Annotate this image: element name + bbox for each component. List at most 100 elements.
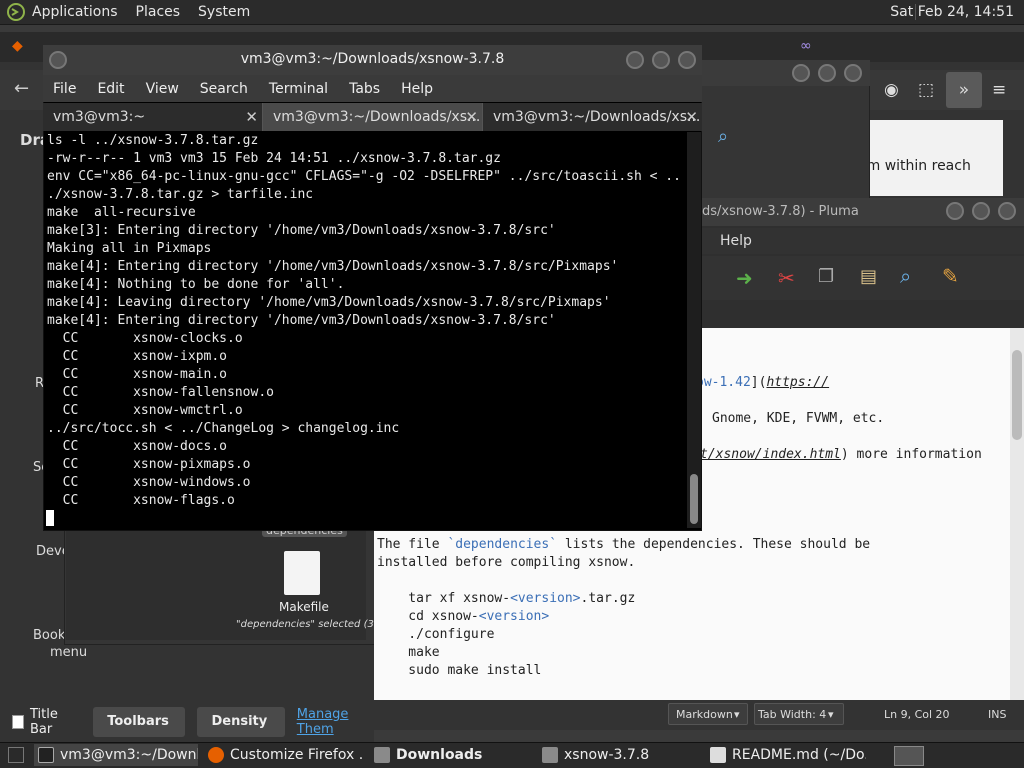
fm-minimize-button[interactable] — [792, 64, 810, 82]
terminal-maximize-button[interactable] — [652, 51, 670, 69]
pluma-scrollbar-thumb[interactable] — [1012, 350, 1022, 440]
editor-line-part: lists the dependencies. These should be — [557, 537, 871, 552]
places-menu[interactable]: Places — [136, 4, 181, 20]
terminal-menu-terminal[interactable]: Terminal — [269, 81, 328, 97]
terminal-line: CC xsnow-docs.o — [47, 439, 228, 454]
copy-icon[interactable]: ❐ — [818, 266, 834, 287]
terminal-close-button[interactable] — [678, 51, 696, 69]
firefox-account-icon[interactable]: ◉ — [884, 80, 899, 100]
insert-mode: INS — [988, 708, 1007, 721]
terminal-line: CC xsnow-main.o — [47, 367, 228, 382]
editor-line: tar xf xsnow-<version>.tar.gz — [377, 590, 635, 608]
terminal-line: CC xsnow-fallensnow.o — [47, 385, 274, 400]
terminal-tab-active[interactable]: vm3@vm3:~/Downloads/xs... ✕ — [263, 103, 483, 131]
applications-menu[interactable]: Applications — [32, 4, 118, 20]
taskbar-pluma[interactable]: README.md (~/Do... — [706, 744, 866, 766]
terminal-menubar: File Edit View Search Terminal Tabs Help — [43, 75, 702, 102]
pluma-maximize-button[interactable] — [972, 202, 990, 220]
close-icon[interactable]: ✕ — [465, 103, 478, 131]
manage-themes-link[interactable]: Manage Them — [297, 707, 374, 737]
title-bar-checkbox[interactable] — [12, 715, 24, 729]
terminal-menu-help[interactable]: Help — [401, 81, 433, 97]
firefox-extensions-icon[interactable]: ⬚ — [918, 80, 934, 100]
taskbar-label: Customize Firefox ... — [230, 747, 364, 763]
terminal-tab[interactable]: vm3@vm3:~ ✕ — [43, 103, 263, 131]
taskbar-downloads[interactable]: Downloads — [370, 744, 530, 766]
editor-line: make — [377, 645, 440, 660]
terminal-cursor — [46, 510, 54, 526]
pluma-help-menu[interactable]: Help — [720, 233, 752, 249]
text-editor-icon — [710, 747, 726, 763]
terminal-minimize-button[interactable] — [626, 51, 644, 69]
chevron-down-icon: ▾ — [734, 708, 740, 721]
firefox-back-icon[interactable]: ← — [14, 78, 29, 99]
pluma-minimize-button[interactable] — [946, 202, 964, 220]
terminal-line: CC xsnow-windows.o — [47, 475, 251, 490]
terminal-tab-label: vm3@vm3:~/Downloads/xs... — [273, 109, 481, 125]
close-icon[interactable]: ✕ — [245, 103, 258, 131]
terminal-line: CC xsnow-wmctrl.o — [47, 403, 243, 418]
terminal-line: make[4]: Nothing to be done for 'all'. — [47, 277, 345, 292]
terminal-line: ./xsnow-3.7.8.tar.gz > tarfile.inc — [47, 187, 314, 202]
firefox-icon — [208, 747, 224, 763]
cut-icon[interactable]: ✂ — [778, 266, 795, 290]
replace-icon[interactable]: ✎ — [942, 264, 959, 288]
fm-close-button[interactable] — [844, 64, 862, 82]
editor-line: sudo make install — [377, 663, 542, 678]
terminal-scrollbar-thumb[interactable] — [690, 474, 698, 524]
taskbar-firefox[interactable]: Customize Firefox ... — [204, 744, 364, 766]
show-desktop-icon[interactable] — [8, 747, 24, 763]
file-manager-status: "dependencies" selected (36 — [236, 619, 381, 630]
density-button[interactable]: Density ⌄ — [197, 707, 285, 759]
taskbar-label: vm3@vm3:~/Downl... — [60, 747, 198, 763]
pluma-close-button[interactable] — [998, 202, 1016, 220]
firefox-menu-icon[interactable]: ≡ — [992, 80, 1006, 100]
taskbar-label: README.md (~/Do... — [732, 747, 866, 763]
terminal-scrollbar[interactable] — [687, 132, 701, 528]
find-icon[interactable]: ⌕ — [900, 264, 911, 288]
fm-maximize-button[interactable] — [818, 64, 836, 82]
terminal-menu-tabs[interactable]: Tabs — [349, 81, 380, 97]
folder-icon — [374, 747, 390, 763]
tab-width-label: Tab Width: 4 — [758, 708, 827, 721]
terminal-title: vm3@vm3:~/Downloads/xsnow-3.7.8 — [240, 51, 505, 67]
makefile-file-label[interactable]: Makefile — [279, 600, 329, 614]
terminal-line: CC xsnow-ixpm.o — [47, 349, 228, 364]
fm-search-icon[interactable]: ⌕ — [718, 126, 728, 147]
editor-line-part: tar xf xsnow- — [377, 591, 511, 606]
terminal-output[interactable]: ls -l ../xsnow-3.7.8.tar.gz -rw-r--r-- 1… — [44, 132, 687, 528]
terminal-menu-file[interactable]: File — [53, 81, 76, 97]
terminal-tab[interactable]: vm3@vm3:~/Downloads/xs... ✕ — [483, 103, 702, 131]
editor-line: installed before compiling xsnow. — [377, 555, 636, 570]
terminal-icon — [38, 747, 54, 763]
firefox-side-fragment: Book — [33, 628, 66, 643]
paste-icon[interactable]: ▤ — [860, 266, 877, 287]
makefile-file-icon[interactable] — [284, 551, 320, 595]
terminal-menu-view[interactable]: View — [146, 81, 179, 97]
editor-line-part: ow-1.42 — [696, 375, 751, 390]
firefox-overflow-icon[interactable]: » — [946, 72, 982, 108]
terminal-line: make[3]: Entering directory '/home/vm3/D… — [47, 223, 556, 238]
terminal-line: CC xsnow-clocks.o — [47, 331, 243, 346]
toolbars-label: Toolbars — [107, 714, 169, 729]
editor-line: The file `dependencies` lists the depend… — [377, 536, 870, 554]
terminal-line: CC xsnow-pixmaps.o — [47, 457, 251, 472]
system-menu[interactable]: System — [198, 4, 250, 20]
toolbars-button[interactable]: Toolbars ⌄ — [93, 707, 186, 759]
firefox-page-text: em within reach — [858, 158, 971, 174]
taskbar-terminal[interactable]: vm3@vm3:~/Downl... — [34, 744, 198, 766]
terminal-tabbar: vm3@vm3:~ ✕ vm3@vm3:~/Downloads/xs... ✕ … — [43, 103, 702, 131]
firefox-customize-bar: Title Bar Toolbars ⌄ Density ⌄ Manage Th… — [0, 702, 374, 759]
terminal-menu-edit[interactable]: Edit — [97, 81, 124, 97]
editor-line-part: <version> — [510, 591, 581, 606]
density-label: Density — [211, 714, 268, 729]
folder-icon — [542, 747, 558, 763]
taskbar-xsnow-folder[interactable]: xsnow-3.7.8 — [538, 744, 698, 766]
redo-icon[interactable]: ➜ — [736, 266, 753, 290]
close-icon[interactable]: ✕ — [685, 103, 698, 131]
terminal-line: env CC="x86_64-pc-linux-gnu-gcc" CFLAGS=… — [47, 169, 681, 184]
workspace-switcher[interactable] — [894, 746, 924, 766]
mate-logo-icon[interactable] — [6, 2, 26, 22]
panel-clock[interactable]: Sat Feb 24, 14:51 — [890, 4, 1014, 20]
terminal-menu-search[interactable]: Search — [200, 81, 248, 97]
